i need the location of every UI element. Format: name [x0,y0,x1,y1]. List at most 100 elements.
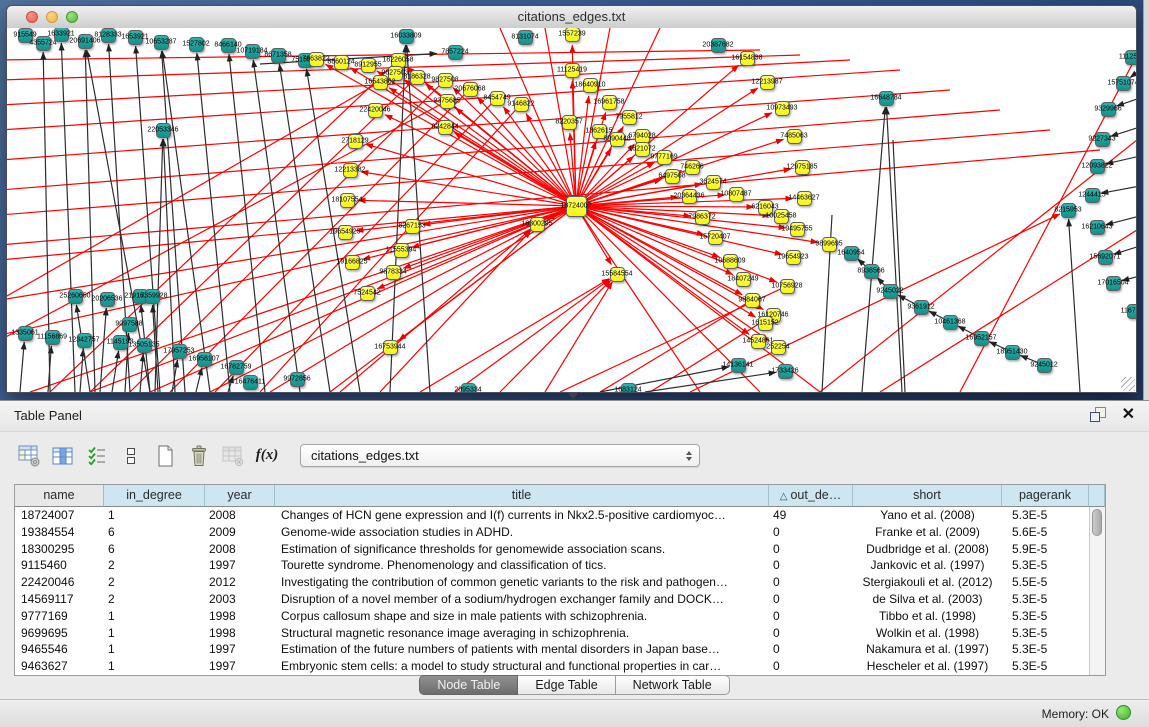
graph-node[interactable]: 8454749 [490,91,505,106]
graph-node[interactable]: 16952157 [974,331,989,346]
table-cell[interactable]: 5.3E-5 [1002,608,1089,625]
graph-node[interactable]: 1112543 [1125,50,1137,65]
graph-node[interactable]: 10973493 [775,101,790,116]
table-row[interactable]: 946554611997Estimation of the future num… [15,641,1105,658]
table-select-dropdown[interactable]: citations_edges.txt [300,444,700,467]
graph-node[interactable]: 19495755 [790,222,805,237]
tab-edge-table[interactable]: Edge Table [518,675,615,695]
table-cell[interactable]: Investigating the contribution of common… [275,574,769,591]
table-cell[interactable]: 9699695 [15,625,104,642]
table-cell[interactable]: 0 [769,625,853,642]
table-cell[interactable]: 2 [104,557,205,574]
graph-node[interactable]: 17016504 [1106,276,1121,291]
graph-node[interactable]: 4355724 [36,36,51,51]
graph-node[interactable]: 9899695 [822,237,837,252]
graph-node[interactable]: 18107554 [340,193,355,208]
table-mode-icon[interactable] [16,443,42,469]
graph-node[interactable]: 252254 [771,340,786,355]
table-cell[interactable]: 0 [769,658,853,675]
graph-node[interactable]: 8215953 [1061,203,1076,218]
graph-node[interactable]: 20387682 [711,38,726,53]
tab-node-table[interactable]: Node Table [419,675,518,695]
graph-node[interactable]: 18951430 [1005,345,1020,360]
table-cell[interactable]: 2009 [205,524,275,541]
table-cell[interactable]: 18300295 [15,541,104,558]
graph-node[interactable]: 17957253 [172,344,187,359]
graph-node[interactable]: 15751074 [1116,76,1131,91]
table-cell[interactable]: 2 [104,591,205,608]
table-cell[interactable]: Yano et al. (2008) [853,507,1002,524]
graph-node[interactable]: 9878334 [386,265,401,280]
new-column-icon[interactable] [152,443,178,469]
graph-node[interactable]: 746266 [685,160,700,175]
table-cell[interactable]: 0 [769,524,853,541]
graph-node[interactable]: 16033809 [399,29,414,44]
table-cell[interactable]: 0 [769,591,853,608]
table-cell[interactable]: 22420046 [15,574,104,591]
graph-node[interactable]: 12213987 [760,75,775,90]
graph-node[interactable]: 1615152 [758,316,773,331]
network-window[interactable]: citations_edges.txt 91554943557241633921… [6,5,1137,393]
graph-node[interactable]: 20364436 [682,189,697,204]
table-row[interactable]: 1872400712008Changes of HCN gene express… [15,507,1105,524]
table-cell[interactable]: 2008 [205,541,275,558]
graph-node[interactable]: 10807487 [729,187,744,202]
table-cell[interactable]: Tibbo et al. (1998) [853,608,1002,625]
table-cell[interactable]: 1998 [205,608,275,625]
zoom-traffic-button[interactable] [66,11,78,23]
graph-node[interactable]: 12975185 [795,160,810,175]
graph-node[interactable]: 2718129 [348,134,363,149]
table-cell[interactable]: Structural magnetic resonance image aver… [275,625,769,642]
table-cell[interactable]: 0 [769,574,853,591]
graph-node[interactable]: 8990448 [610,132,625,147]
column-checklist-icon[interactable] [84,443,110,469]
table-cell[interactable]: 9465546 [15,641,104,658]
table-cell[interactable]: 5.3E-5 [1002,591,1089,608]
column-header-pagerank[interactable]: pagerank [1002,485,1089,507]
graph-node[interactable]: 19654925 [338,225,353,240]
memory-ok-indicator[interactable] [1116,705,1131,720]
graph-node[interactable]: 16210643 [1090,220,1105,235]
table-cell[interactable]: 18724007 [15,507,104,524]
graph-node[interactable]: 1145193 [113,335,128,350]
table-cell[interactable]: Corpus callosum shape and size in male p… [275,608,769,625]
table-cell[interactable]: 9463627 [15,658,104,675]
graph-node[interactable]: 1640954 [844,246,859,261]
table-cell[interactable]: 14569117 [15,591,104,608]
table-cell[interactable]: 2003 [205,591,275,608]
graph-node[interactable]: 7485063 [787,129,802,144]
graph-node[interactable]: 16154838 [740,51,755,66]
table-cell[interactable]: Embryonic stem cells: a model to study s… [275,658,769,675]
graph-node[interactable]: 7857224 [448,45,463,60]
graph-node[interactable]: 3624574 [706,175,721,190]
table-cell[interactable]: 5.3E-5 [1002,557,1089,574]
graph-node[interactable]: 8912955 [361,58,376,73]
graph-node[interactable]: 14524861 [751,334,766,349]
graph-node[interactable]: 25260650 [68,289,83,304]
float-window-icon[interactable] [1090,407,1106,422]
table-cell[interactable]: Genome-wide association studies in ADHD. [275,524,769,541]
table-row[interactable]: 2242004622012Investigating the contribut… [15,574,1105,591]
table-cell[interactable]: Estimation of the future numbers of pati… [275,641,769,658]
graph-node[interactable]: 11125419 [565,63,580,78]
graph-node[interactable]: 10756928 [780,279,795,294]
graph-node[interactable]: 14136141 [731,358,746,373]
table-cell[interactable]: de Silva et al. (2003) [853,591,1002,608]
table-cell[interactable]: 19384554 [15,524,104,541]
table-cell[interactable]: Wolkin et al. (1998) [853,625,1002,642]
graph-node[interactable]: 18300295 [530,217,545,232]
graph-node[interactable]: 12342757 [77,333,92,348]
graph-node[interactable]: 15692071 [1098,250,1113,265]
table-cell[interactable]: 1 [104,658,205,675]
network-canvas[interactable]: 9155494355724163392120691406812833316539… [7,28,1136,392]
table-cell[interactable]: Disruption of a novel member of a sodium… [275,591,769,608]
table-cell[interactable]: 1 [104,625,205,642]
table-cell[interactable]: 5.6E-5 [1002,524,1089,541]
table-cell[interactable]: 1 [104,641,205,658]
graph-node[interactable]: 10025458 [774,209,789,224]
graph-node[interactable]: 8131074 [518,30,533,45]
table-cell[interactable]: 6 [104,524,205,541]
graph-node[interactable]: 9972856 [290,372,305,387]
column-header-out-de-[interactable]: △out_de… [769,485,853,507]
graph-node[interactable]: 20206536 [100,292,115,307]
